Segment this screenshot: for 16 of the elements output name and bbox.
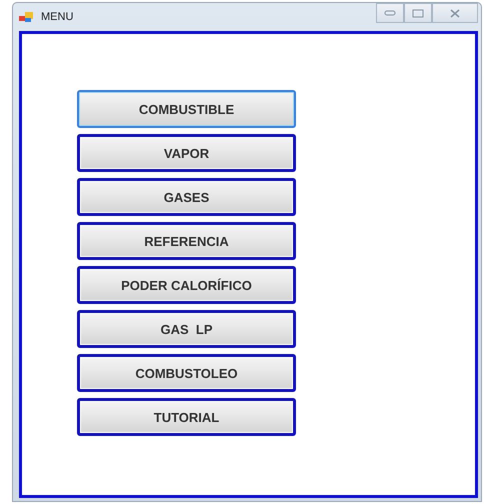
menu-button[interactable]: GASES: [77, 178, 296, 216]
menu-button[interactable]: TUTORIAL: [77, 398, 296, 436]
menu-button[interactable]: COMBUSTOLEO: [77, 354, 296, 392]
menu-button[interactable]: REFERENCIA: [77, 222, 296, 260]
menu-button[interactable]: VAPOR: [77, 134, 296, 172]
menu-button[interactable]: COMBUSTIBLE: [77, 90, 296, 128]
maximize-button[interactable]: [404, 3, 432, 23]
window-title: MENU: [41, 11, 74, 23]
minimize-button[interactable]: [376, 3, 404, 23]
minimize-icon: [384, 10, 396, 16]
menu-button[interactable]: PODER CALORÍFICO: [77, 266, 296, 304]
menu-button[interactable]: GAS LP: [77, 310, 296, 348]
maximize-icon: [412, 8, 424, 18]
close-icon: [450, 8, 460, 18]
close-button[interactable]: [432, 3, 478, 23]
app-icon: [19, 11, 35, 23]
